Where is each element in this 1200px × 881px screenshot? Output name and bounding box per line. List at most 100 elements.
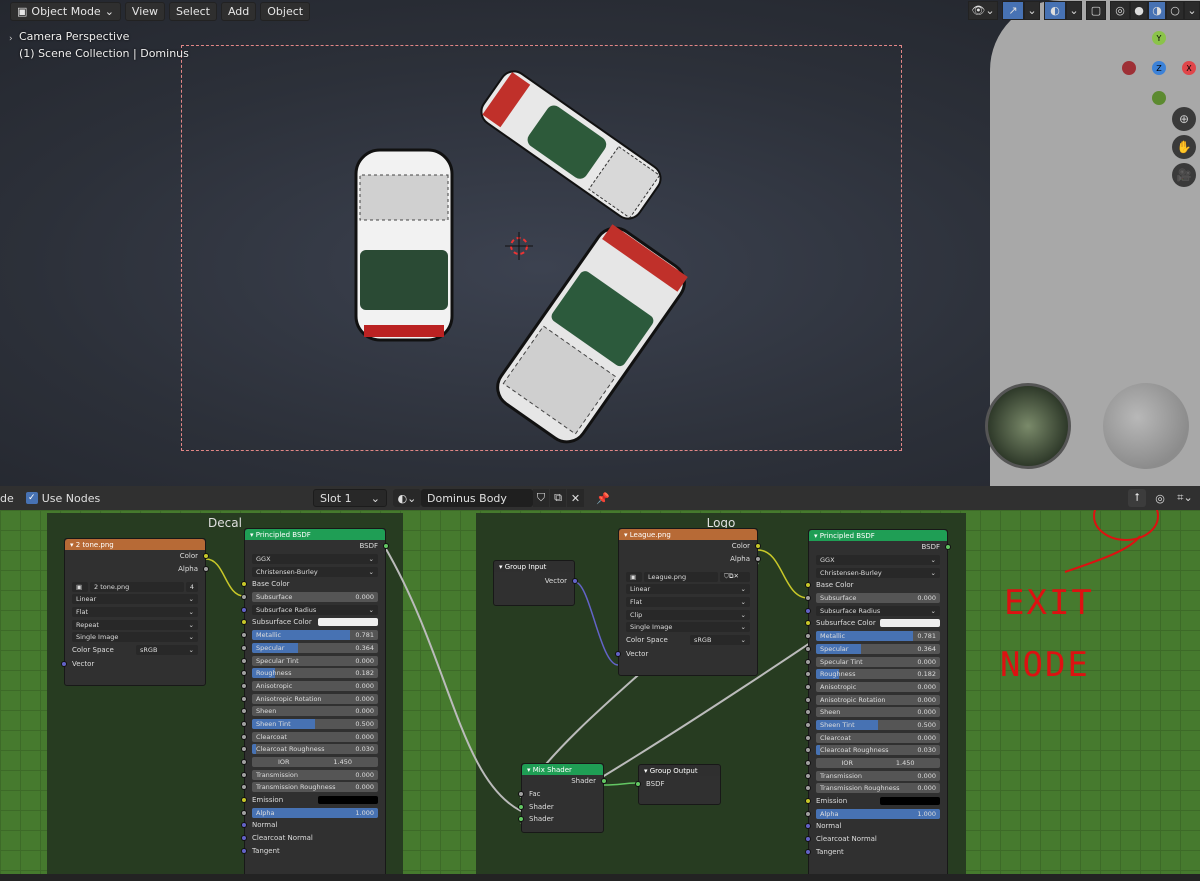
node-title[interactable]: ▾ Group Output (639, 765, 720, 776)
wireframe-shading[interactable]: ◎ (1110, 1, 1130, 20)
mode-select[interactable]: ▣ Object Mode ⌄ (10, 1, 121, 21)
clearcoat-field[interactable]: Clearcoat 0.000 (816, 732, 940, 743)
subsurface-field[interactable]: Subsurface 0.000 (816, 593, 940, 604)
gizmo-neg-y-axis[interactable] (1152, 91, 1166, 105)
input-transmission-socket[interactable] (241, 771, 247, 778)
input-tangent-socket[interactable] (241, 847, 247, 854)
input-sheen-tint-socket[interactable] (805, 721, 811, 728)
output-alpha-socket[interactable] (203, 566, 209, 573)
clearcoat-roughness-field[interactable]: Clearcoat Roughness 0.030 (252, 744, 378, 755)
clearcoat-roughness-field[interactable]: Clearcoat Roughness 0.030 (816, 745, 940, 756)
gizmo-z-axis[interactable]: Z (1152, 61, 1166, 75)
input-subsurface-color-socket[interactable] (241, 619, 247, 626)
clearcoat-field[interactable]: Clearcoat 0.000 (252, 731, 378, 742)
input-subsurface-color-socket[interactable] (805, 620, 811, 627)
node-title[interactable]: ▾ Group Input (494, 561, 574, 572)
parent-node-tree-button[interactable]: ⭡ (1128, 489, 1146, 507)
input-anisotropic-rotation-socket[interactable] (805, 696, 811, 703)
input-clearcoat-roughness-socket[interactable] (241, 746, 247, 753)
input-roughness-socket[interactable] (805, 671, 811, 678)
subsurface-color-swatch[interactable] (318, 618, 378, 627)
node-title[interactable]: ▾ League.png (619, 529, 757, 540)
input-normal-socket[interactable] (241, 822, 247, 829)
output-alpha-socket[interactable] (755, 556, 761, 563)
anisotropic-field[interactable]: Anisotropic 0.000 (252, 680, 378, 691)
emission-swatch[interactable] (318, 796, 378, 805)
input-vector-socket[interactable] (615, 650, 621, 657)
material-shading[interactable]: ◑ (1148, 1, 1166, 20)
subsurface-radius-dropdown[interactable]: Subsurface Radius ⌄ (816, 605, 940, 616)
input-metallic-socket[interactable] (805, 633, 811, 640)
input-clearcoat-roughness-socket[interactable] (805, 747, 811, 754)
transmission-roughness-field[interactable]: Transmission Roughness 0.000 (816, 783, 940, 794)
input-sheen-tint-socket[interactable] (241, 720, 247, 727)
slot-dropdown[interactable]: Slot 1 ⌄ (313, 489, 387, 507)
node-group-output[interactable]: ▾ Group Output BSDF (635, 764, 721, 805)
subsurface-method-dropdown[interactable]: Christensen-Burley ⌄ (816, 567, 940, 578)
snapping-dropdown[interactable]: ⌗⌄ (1172, 489, 1198, 507)
metallic-field[interactable]: Metallic 0.781 (816, 631, 940, 642)
input-clearcoat-socket[interactable] (241, 733, 247, 740)
extension-dropdown[interactable]: Repeat ⌄ (72, 619, 198, 630)
input-metallic-socket[interactable] (241, 632, 247, 639)
input-clearcoat-normal-socket[interactable] (241, 835, 247, 842)
camera-icon[interactable]: 🎥 (1172, 163, 1196, 187)
fake-user-button[interactable]: ⛉ (533, 489, 549, 507)
input-subsurface-radius-socket[interactable] (805, 607, 811, 614)
source-dropdown[interactable]: Single Image ⌄ (626, 622, 750, 633)
node-image-texture-logo[interactable]: ▾ League.png Color Alpha ▣ League.png ⛉⧉… (615, 528, 761, 676)
gizmo-dropdown[interactable]: ⌄ (1024, 1, 1040, 20)
anisotropic-field[interactable]: Anisotropic 0.000 (816, 681, 940, 692)
input-tangent-socket[interactable] (805, 848, 811, 855)
specular-tint-field[interactable]: Specular Tint 0.000 (252, 655, 378, 666)
alpha-field[interactable]: Alpha 1.000 (252, 807, 378, 818)
input-alpha-socket[interactable] (805, 810, 811, 817)
input-specular-tint-socket[interactable] (805, 658, 811, 665)
node-mix-shader[interactable]: ▾ Mix Shader Shader Fac Shader Shader (518, 763, 607, 833)
input-specular-tint-socket[interactable] (241, 657, 247, 664)
roughness-field[interactable]: Roughness 0.182 (252, 668, 378, 679)
anisotropic-rotation-field[interactable]: Anisotropic Rotation 0.000 (252, 693, 378, 704)
input-emission-socket[interactable] (805, 798, 811, 805)
specular-field[interactable]: Specular 0.364 (816, 643, 940, 654)
input-transmission-roughness-socket[interactable] (805, 785, 811, 792)
sheen-tint-field[interactable]: Sheen Tint 0.500 (816, 719, 940, 730)
input-specular-socket[interactable] (805, 645, 811, 652)
input-base-color-socket[interactable] (805, 582, 811, 589)
input-subsurface-socket[interactable] (805, 595, 811, 602)
image-name-field[interactable]: League.png (644, 571, 718, 582)
input-clearcoat-socket[interactable] (805, 734, 811, 741)
distribution-dropdown[interactable]: GGX ⌄ (816, 555, 940, 566)
sheen-field[interactable]: Sheen 0.000 (252, 706, 378, 717)
unlink-material-button[interactable]: ✕ (567, 489, 584, 507)
overlay-dropdown[interactable]: ⌄ (1066, 1, 1082, 20)
overlay-toggle-node[interactable]: ◎ (1150, 489, 1170, 507)
transmission-roughness-field[interactable]: Transmission Roughness 0.000 (252, 782, 378, 793)
input-fac-socket[interactable] (518, 791, 524, 798)
alpha-field[interactable]: Alpha 1.000 (816, 808, 940, 819)
solid-shading[interactable]: ● (1130, 1, 1148, 20)
sheen-tint-field[interactable]: Sheen Tint 0.500 (252, 718, 378, 729)
ior-field[interactable]: IOR 1.450 (252, 757, 378, 768)
input-shader1-socket[interactable] (518, 803, 524, 810)
anisotropic-rotation-field[interactable]: Anisotropic Rotation 0.000 (816, 694, 940, 705)
visibility-dropdown[interactable]: 👁⌄ (968, 1, 998, 20)
subsurface-radius-dropdown[interactable]: Subsurface Radius ⌄ (252, 604, 378, 615)
image-users-count[interactable]: 4 (185, 581, 198, 592)
subsurface-color-swatch[interactable] (880, 619, 940, 628)
interpolation-dropdown[interactable]: Linear ⌄ (72, 594, 198, 605)
input-vector-socket[interactable] (61, 660, 67, 667)
emission-swatch[interactable] (880, 797, 940, 806)
shading-dropdown[interactable]: ⌄ (1184, 1, 1200, 20)
gizmo-x-axis[interactable]: X (1182, 61, 1196, 75)
menu-view[interactable]: View (124, 1, 166, 21)
source-dropdown[interactable]: Single Image ⌄ (72, 632, 198, 643)
input-roughness-socket[interactable] (241, 670, 247, 677)
node-principled-bsdf-logo[interactable]: ▾ Principled BSDF BSDF GGX ⌄ Christensen-Bur… (805, 529, 951, 881)
node-group-input[interactable]: ▾ Group Input Vector (493, 560, 578, 606)
use-nodes-checkbox[interactable]: ✓ Use Nodes (25, 492, 100, 505)
subsurface-method-dropdown[interactable]: Christensen-Burley ⌄ (252, 566, 378, 577)
input-subsurface-radius-socket[interactable] (241, 606, 247, 613)
input-transmission-socket[interactable] (805, 772, 811, 779)
overlay-toggle[interactable]: ◐ (1044, 1, 1066, 20)
